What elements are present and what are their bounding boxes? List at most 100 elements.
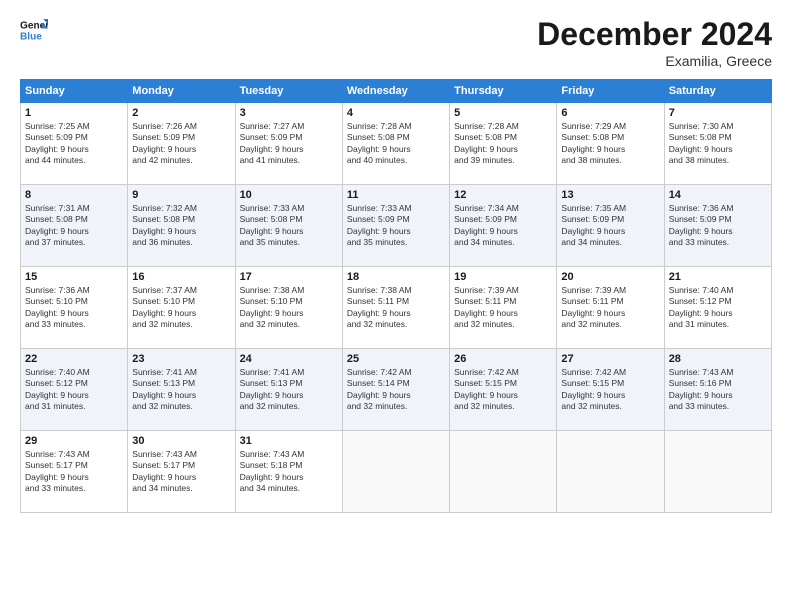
- col-tuesday: Tuesday: [235, 80, 342, 103]
- table-cell: [664, 431, 771, 513]
- table-cell: 23Sunrise: 7:41 AM Sunset: 5:13 PM Dayli…: [128, 349, 235, 431]
- day-number: 9: [132, 189, 230, 201]
- day-info: Sunrise: 7:38 AM Sunset: 5:11 PM Dayligh…: [347, 285, 445, 331]
- day-info: Sunrise: 7:39 AM Sunset: 5:11 PM Dayligh…: [454, 285, 552, 331]
- day-number: 28: [669, 353, 767, 365]
- day-info: Sunrise: 7:43 AM Sunset: 5:17 PM Dayligh…: [25, 449, 123, 495]
- day-info: Sunrise: 7:39 AM Sunset: 5:11 PM Dayligh…: [561, 285, 659, 331]
- day-number: 13: [561, 189, 659, 201]
- table-cell: 9 Sunrise: 7:32 AM Sunset: 5:08 PM Daylig…: [128, 185, 235, 267]
- table-cell: 12Sunrise: 7:34 AM Sunset: 5:09 PM Dayli…: [450, 185, 557, 267]
- day-number: 12: [454, 189, 552, 201]
- week-row-5: 29Sunrise: 7:43 AM Sunset: 5:17 PM Dayli…: [21, 431, 772, 513]
- logo: General Blue: [20, 16, 52, 44]
- day-number: 18: [347, 271, 445, 283]
- table-cell: 3 Sunrise: 7:27 AM Sunset: 5:09 PM Daylig…: [235, 103, 342, 185]
- table-cell: 17Sunrise: 7:38 AM Sunset: 5:10 PM Dayli…: [235, 267, 342, 349]
- day-number: 7: [669, 107, 767, 119]
- svg-text:Blue: Blue: [20, 31, 42, 42]
- day-number: 22: [25, 353, 123, 365]
- day-number: 19: [454, 271, 552, 283]
- day-info: Sunrise: 7:31 AM Sunset: 5:08 PM Dayligh…: [25, 203, 123, 249]
- table-cell: 15 Sunrise: 7:36 AM Sunset: 5:10 PM Dayli…: [21, 267, 128, 349]
- day-info: Sunrise: 7:33 AM Sunset: 5:09 PM Dayligh…: [347, 203, 445, 249]
- col-wednesday: Wednesday: [342, 80, 449, 103]
- subtitle: Examilia, Greece: [537, 53, 772, 69]
- table-cell: [557, 431, 664, 513]
- table-cell: 10Sunrise: 7:33 AM Sunset: 5:08 PM Dayli…: [235, 185, 342, 267]
- day-info: Sunrise: 7:40 AM Sunset: 5:12 PM Dayligh…: [669, 285, 767, 331]
- col-friday: Friday: [557, 80, 664, 103]
- day-info: Sunrise: 7:43 AM Sunset: 5:17 PM Dayligh…: [132, 449, 230, 495]
- day-number: 17: [240, 271, 338, 283]
- day-number: 16: [132, 271, 230, 283]
- table-cell: 22Sunrise: 7:40 AM Sunset: 5:12 PM Dayli…: [21, 349, 128, 431]
- day-number: 11: [347, 189, 445, 201]
- week-row-4: 22Sunrise: 7:40 AM Sunset: 5:12 PM Dayli…: [21, 349, 772, 431]
- table-cell: 6Sunrise: 7:29 AM Sunset: 5:08 PM Daylig…: [557, 103, 664, 185]
- calendar-table: Sunday Monday Tuesday Wednesday Thursday…: [20, 79, 772, 513]
- day-number: 3: [240, 107, 338, 119]
- table-cell: 7 Sunrise: 7:30 AM Sunset: 5:08 PM Daylig…: [664, 103, 771, 185]
- table-cell: 30 Sunrise: 7:43 AM Sunset: 5:17 PM Dayli…: [128, 431, 235, 513]
- table-cell: 20 Sunrise: 7:39 AM Sunset: 5:11 PM Dayli…: [557, 267, 664, 349]
- day-number: 5: [454, 107, 552, 119]
- day-info: Sunrise: 7:33 AM Sunset: 5:08 PM Dayligh…: [240, 203, 338, 249]
- day-info: Sunrise: 7:28 AM Sunset: 5:08 PM Dayligh…: [347, 121, 445, 167]
- week-row-1: 1 Sunrise: 7:25 AM Sunset: 5:09 PM Daylig…: [21, 103, 772, 185]
- table-cell: 24Sunrise: 7:41 AM Sunset: 5:13 PM Dayli…: [235, 349, 342, 431]
- day-info: Sunrise: 7:26 AM Sunset: 5:09 PM Dayligh…: [132, 121, 230, 167]
- col-sunday: Sunday: [21, 80, 128, 103]
- title-block: December 2024 Examilia, Greece: [537, 16, 772, 69]
- week-row-3: 15 Sunrise: 7:36 AM Sunset: 5:10 PM Dayli…: [21, 267, 772, 349]
- day-info: Sunrise: 7:41 AM Sunset: 5:13 PM Dayligh…: [132, 367, 230, 413]
- table-cell: 19 Sunrise: 7:39 AM Sunset: 5:11 PM Dayli…: [450, 267, 557, 349]
- day-info: Sunrise: 7:28 AM Sunset: 5:08 PM Dayligh…: [454, 121, 552, 167]
- col-thursday: Thursday: [450, 80, 557, 103]
- week-row-2: 8 Sunrise: 7:31 AM Sunset: 5:08 PM Daylig…: [21, 185, 772, 267]
- day-info: Sunrise: 7:42 AM Sunset: 5:14 PM Dayligh…: [347, 367, 445, 413]
- table-cell: [450, 431, 557, 513]
- day-number: 31: [240, 435, 338, 447]
- day-number: 14: [669, 189, 767, 201]
- table-cell: 21 Sunrise: 7:40 AM Sunset: 5:12 PM Dayli…: [664, 267, 771, 349]
- table-cell: [342, 431, 449, 513]
- day-info: Sunrise: 7:41 AM Sunset: 5:13 PM Dayligh…: [240, 367, 338, 413]
- day-info: Sunrise: 7:32 AM Sunset: 5:08 PM Dayligh…: [132, 203, 230, 249]
- col-saturday: Saturday: [664, 80, 771, 103]
- day-number: 8: [25, 189, 123, 201]
- table-cell: 11 Sunrise: 7:33 AM Sunset: 5:09 PM Dayli…: [342, 185, 449, 267]
- table-cell: 25 Sunrise: 7:42 AM Sunset: 5:14 PM Dayli…: [342, 349, 449, 431]
- day-number: 4: [347, 107, 445, 119]
- day-info: Sunrise: 7:30 AM Sunset: 5:08 PM Dayligh…: [669, 121, 767, 167]
- day-info: Sunrise: 7:25 AM Sunset: 5:09 PM Dayligh…: [25, 121, 123, 167]
- day-info: Sunrise: 7:35 AM Sunset: 5:09 PM Dayligh…: [561, 203, 659, 249]
- header: General Blue December 2024 Examilia, Gre…: [20, 16, 772, 69]
- day-info: Sunrise: 7:42 AM Sunset: 5:15 PM Dayligh…: [561, 367, 659, 413]
- month-title: December 2024: [537, 16, 772, 53]
- day-info: Sunrise: 7:43 AM Sunset: 5:16 PM Dayligh…: [669, 367, 767, 413]
- day-number: 26: [454, 353, 552, 365]
- day-info: Sunrise: 7:43 AM Sunset: 5:18 PM Dayligh…: [240, 449, 338, 495]
- day-info: Sunrise: 7:27 AM Sunset: 5:09 PM Dayligh…: [240, 121, 338, 167]
- table-cell: 26 Sunrise: 7:42 AM Sunset: 5:15 PM Dayli…: [450, 349, 557, 431]
- table-cell: 29Sunrise: 7:43 AM Sunset: 5:17 PM Dayli…: [21, 431, 128, 513]
- day-number: 2: [132, 107, 230, 119]
- table-cell: 18 Sunrise: 7:38 AM Sunset: 5:11 PM Dayli…: [342, 267, 449, 349]
- table-cell: 27Sunrise: 7:42 AM Sunset: 5:15 PM Dayli…: [557, 349, 664, 431]
- day-info: Sunrise: 7:42 AM Sunset: 5:15 PM Dayligh…: [454, 367, 552, 413]
- day-info: Sunrise: 7:36 AM Sunset: 5:09 PM Dayligh…: [669, 203, 767, 249]
- day-info: Sunrise: 7:36 AM Sunset: 5:10 PM Dayligh…: [25, 285, 123, 331]
- table-cell: 13 Sunrise: 7:35 AM Sunset: 5:09 PM Dayli…: [557, 185, 664, 267]
- logo-icon: General Blue: [20, 16, 48, 44]
- day-number: 30: [132, 435, 230, 447]
- table-cell: 28 Sunrise: 7:43 AM Sunset: 5:16 PM Dayli…: [664, 349, 771, 431]
- day-number: 20: [561, 271, 659, 283]
- day-number: 1: [25, 107, 123, 119]
- day-info: Sunrise: 7:37 AM Sunset: 5:10 PM Dayligh…: [132, 285, 230, 331]
- day-number: 6: [561, 107, 659, 119]
- day-number: 15: [25, 271, 123, 283]
- day-number: 21: [669, 271, 767, 283]
- day-number: 25: [347, 353, 445, 365]
- table-cell: 5 Sunrise: 7:28 AM Sunset: 5:08 PM Daylig…: [450, 103, 557, 185]
